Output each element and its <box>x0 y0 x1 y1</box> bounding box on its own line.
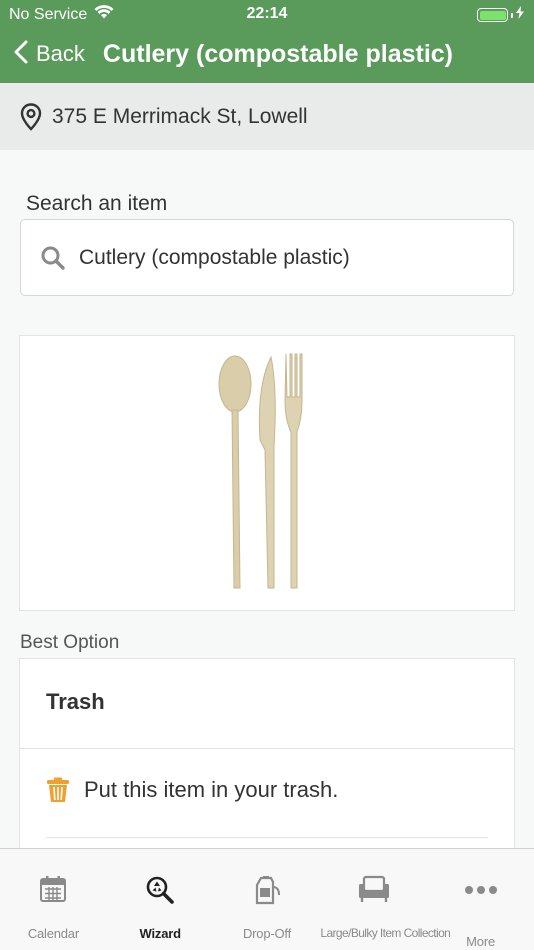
instruction-row: Put this item in your trash. <box>46 777 338 803</box>
tab-large-bulky-item-collection[interactable]: Large/Bulky Item Collection <box>320 849 451 950</box>
app-header: No Service 22:14 Back Cutlery (compostab… <box>0 0 534 83</box>
divider <box>46 837 488 838</box>
best-option-card: Trash Put this item in your trash. <box>19 658 515 858</box>
calendar-icon <box>0 875 107 903</box>
back-label: Back <box>36 41 85 66</box>
tab-label: Large/Bulky Item Collection <box>320 926 451 940</box>
tab-label: Calendar <box>27 926 79 941</box>
chevron-left-icon <box>14 40 28 69</box>
divider <box>20 748 514 749</box>
tab-label: More <box>466 934 495 949</box>
tab-more[interactable]: More <box>427 849 534 950</box>
status-time: 22:14 <box>246 5 288 22</box>
search-field[interactable] <box>20 219 514 296</box>
drop-off-icon <box>214 875 321 905</box>
instruction-text: Put this item in your trash. <box>84 777 339 802</box>
tab-bar: Calendar Wizard Drop-Off Large/Bulky Ite… <box>0 848 534 950</box>
search-icon <box>40 245 66 271</box>
battery-icon <box>477 8 508 22</box>
cutlery-image <box>218 353 303 589</box>
tab-calendar[interactable]: Calendar <box>0 849 107 950</box>
status-right <box>477 6 524 24</box>
search-input[interactable] <box>79 245 499 270</box>
wizard-search-icon <box>107 875 214 905</box>
armchair-icon <box>320 875 427 903</box>
tab-label: Wizard <box>139 926 182 941</box>
battery-tip <box>511 12 513 18</box>
trash-can-icon <box>46 777 70 803</box>
option-title: Trash <box>46 689 105 714</box>
search-label: Search an item <box>26 192 168 215</box>
address-bar[interactable]: 375 E Merrimack St, Lowell <box>0 83 534 150</box>
more-icon <box>427 885 534 895</box>
back-button[interactable]: Back <box>14 40 85 69</box>
location-pin-icon <box>20 102 42 131</box>
tab-drop-off[interactable]: Drop-Off <box>214 849 321 950</box>
best-option-label: Best Option <box>20 632 120 653</box>
address-text: 375 E Merrimack St, Lowell <box>52 104 308 128</box>
tab-wizard[interactable]: Wizard <box>107 849 214 950</box>
status-bar: No Service 22:14 <box>0 0 534 28</box>
page-title: Cutlery (compostable plastic) <box>102 39 453 68</box>
nav-bar: Back Cutlery (compostable plastic) <box>0 32 534 76</box>
item-image-card <box>19 335 515 611</box>
tab-label: Drop-Off <box>242 926 291 941</box>
charging-icon <box>516 6 524 24</box>
